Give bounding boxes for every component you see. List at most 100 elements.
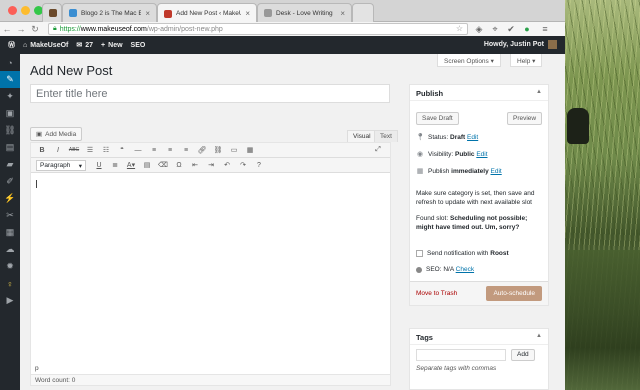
main-content: Screen Options ▾ Help ▾ Add New Post Ent… xyxy=(20,54,565,390)
move-to-trash-link[interactable]: Move to Trash xyxy=(416,290,457,297)
new-tab-button[interactable] xyxy=(352,3,374,22)
insert-link-icon[interactable]: 🔗︎ xyxy=(194,146,210,154)
plugins-icon[interactable]: ⚡ xyxy=(0,190,20,207)
seo-status-dot xyxy=(416,266,422,273)
help-button[interactable]: Help ▾ xyxy=(510,54,543,67)
links-icon[interactable]: ⛓ xyxy=(0,122,20,139)
read-more-icon[interactable]: ▭ xyxy=(226,146,242,154)
tools-icon[interactable]: ✂ xyxy=(0,207,20,224)
address-bar[interactable]: 🔒︎ https://www.makeuseof.com/wp-admin/po… xyxy=(48,23,468,35)
align-center-icon[interactable]: ≡ xyxy=(162,147,178,154)
users-icon[interactable]: ▦ xyxy=(0,224,20,241)
seo-label: SEO: N/A xyxy=(426,266,454,273)
play-icon[interactable]: ▶ xyxy=(0,292,20,309)
tab-favicon xyxy=(69,9,77,17)
tab-close-icon[interactable]: × xyxy=(245,9,250,18)
pages-icon[interactable]: ▤ xyxy=(0,139,20,156)
comments-icon[interactable]: ▰ xyxy=(0,156,20,173)
notify-app: Roost xyxy=(490,250,509,257)
bookmark-star-icon[interactable]: ☆ xyxy=(456,24,463,33)
auto-schedule-button[interactable]: Auto-schedule xyxy=(486,286,542,301)
save-draft-button[interactable]: Save Draft xyxy=(416,112,459,125)
menu-icon[interactable]: ≡ xyxy=(540,24,550,34)
horizontal-line-icon[interactable]: — xyxy=(130,147,146,154)
edit-status-link[interactable]: Edit xyxy=(467,134,478,141)
tab-close-icon[interactable]: × xyxy=(340,9,345,18)
tags-box-header[interactable]: Tags ▲ xyxy=(410,329,548,345)
fullscreen-icon[interactable]: ⤢ xyxy=(370,146,386,154)
tab-blogo[interactable]: Blogo 2 is The Mac Blogging × xyxy=(62,3,157,22)
indent-icon[interactable]: ⇥ xyxy=(203,161,219,169)
screen-options-button[interactable]: Screen Options ▾ xyxy=(437,54,501,67)
admin-bar-new[interactable]: + New xyxy=(101,42,123,49)
tab-add-new-post[interactable]: Add New Post ‹ MakeUseOf × xyxy=(157,3,257,23)
remove-link-icon[interactable]: ⛓ xyxy=(210,146,226,154)
special-char-icon[interactable]: Ω xyxy=(171,162,187,169)
extension-cursor-icon[interactable]: ⌖ xyxy=(490,24,500,34)
schedule-note: Make sure category is set, then save and… xyxy=(416,190,535,206)
posts-icon[interactable]: ✎ xyxy=(0,71,20,88)
bullet-list-icon[interactable]: ☰ xyxy=(82,146,98,154)
publish-box-header[interactable]: Publish ▲ xyxy=(410,85,548,101)
tab-pinned[interactable] xyxy=(42,3,62,22)
seo-row: SEO: N/A Check xyxy=(416,266,474,273)
blockquote-icon[interactable]: “ xyxy=(114,147,130,154)
extension-check-icon[interactable]: ✔ xyxy=(506,24,516,34)
edit-schedule-link[interactable]: Edit xyxy=(491,168,502,175)
settings-icon[interactable]: ✹ xyxy=(0,258,20,275)
notify-checkbox[interactable] xyxy=(416,250,423,257)
cloud-icon[interactable]: ☁ xyxy=(0,241,20,258)
tag-input[interactable] xyxy=(416,349,506,361)
tab-desk[interactable]: Desk - Love Writing × xyxy=(257,3,352,22)
italic-icon[interactable]: I xyxy=(50,147,66,154)
close-window-button[interactable] xyxy=(8,6,17,15)
collapse-arrow-icon[interactable]: ▲ xyxy=(536,89,542,96)
outdent-icon[interactable]: ⇤ xyxy=(187,161,203,169)
admin-bar-seo[interactable]: SEO xyxy=(131,42,146,49)
add-media-button[interactable]: ▣ Add Media xyxy=(30,127,83,141)
forward-icon[interactable]: → xyxy=(14,24,28,34)
reload-icon[interactable]: ↻ xyxy=(28,24,42,35)
editor-path: p xyxy=(31,365,390,374)
numbered-list-icon[interactable]: ☷ xyxy=(98,146,114,154)
wallpaper-boat xyxy=(567,108,589,144)
redo-icon[interactable]: ↷ xyxy=(235,161,251,169)
back-icon[interactable]: ← xyxy=(0,24,14,34)
seo-check-link[interactable]: Check xyxy=(456,266,474,273)
tab-text[interactable]: Text xyxy=(374,130,398,142)
help-icon[interactable]: ? xyxy=(251,162,267,169)
post-editor: B I ABC ☰ ☷ “ — ≡ ≡ ≡ 🔗︎ ⛓ ▭ ▦ ⤢ Paragra… xyxy=(30,142,391,386)
strikethrough-icon[interactable]: ABC xyxy=(66,147,82,153)
justify-icon[interactable]: ≣ xyxy=(107,161,123,169)
undo-icon[interactable]: ↶ xyxy=(219,161,235,169)
pin-icon[interactable]: ✦ xyxy=(0,88,20,105)
tab-close-icon[interactable]: × xyxy=(145,9,150,18)
text-color-icon[interactable]: A▾ xyxy=(123,161,139,169)
toolbar-toggle-icon[interactable]: ▦ xyxy=(242,146,258,154)
bold-icon[interactable]: B xyxy=(34,147,50,154)
extension-shield-icon[interactable]: ◈ xyxy=(474,24,484,34)
align-left-icon[interactable]: ≡ xyxy=(146,147,162,154)
admin-bar-account[interactable]: Howdy, Justin Pot xyxy=(484,40,557,49)
paste-text-icon[interactable]: ▤ xyxy=(139,161,155,169)
align-right-icon[interactable]: ≡ xyxy=(178,147,194,154)
media-icon[interactable]: ▣ xyxy=(0,105,20,122)
lightbulb-icon[interactable]: ♀ xyxy=(0,275,20,292)
plus-icon: + xyxy=(101,41,106,49)
edit-visibility-link[interactable]: Edit xyxy=(476,151,487,158)
appearance-icon[interactable]: ✐ xyxy=(0,173,20,190)
post-title-input[interactable]: Enter title here xyxy=(30,84,390,103)
preview-button[interactable]: Preview xyxy=(507,112,543,125)
extension-evernote-icon[interactable]: ● xyxy=(522,24,532,34)
admin-bar-site[interactable]: ⌂ MakeUseOf xyxy=(23,42,68,49)
wordpress-logo-icon[interactable]: Ⓦ xyxy=(8,40,15,50)
underline-icon[interactable]: U xyxy=(91,162,107,169)
collapse-arrow-icon[interactable]: ▲ xyxy=(536,333,542,340)
minimize-window-button[interactable] xyxy=(21,6,30,15)
admin-bar-comments[interactable]: ✉ 27 xyxy=(76,41,93,50)
dashboard-icon[interactable]: ◔ xyxy=(0,54,20,71)
tab-visual[interactable]: Visual xyxy=(347,130,377,142)
add-tag-button[interactable]: Add xyxy=(511,349,535,361)
clear-format-icon[interactable]: ⌫ xyxy=(155,161,171,169)
format-select[interactable]: Paragraph ▾ xyxy=(36,159,86,171)
